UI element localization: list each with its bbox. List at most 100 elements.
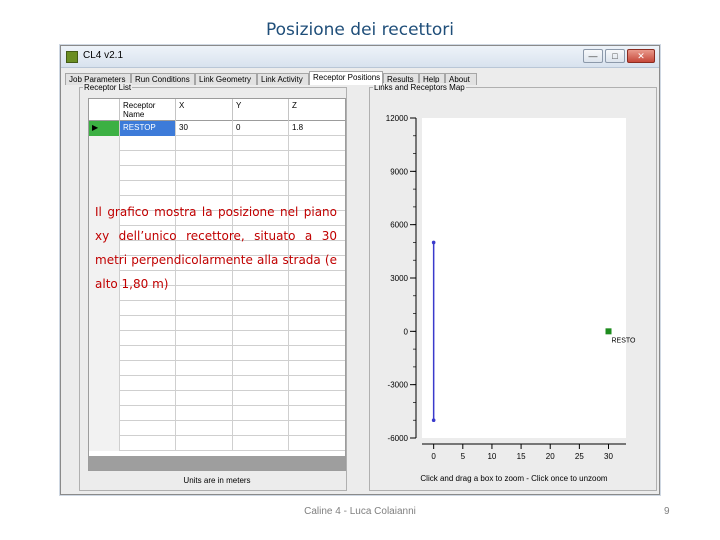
empty-row[interactable]: [89, 391, 345, 406]
empty-cell[interactable]: [120, 346, 176, 361]
row-header-cell[interactable]: [89, 406, 120, 421]
row-header-cell[interactable]: [89, 316, 120, 331]
row-header-cell[interactable]: [89, 376, 120, 391]
empty-cell[interactable]: [176, 166, 233, 181]
empty-cell[interactable]: [233, 421, 289, 436]
empty-row[interactable]: [89, 136, 345, 151]
empty-cell[interactable]: [120, 301, 176, 316]
empty-cell[interactable]: [120, 331, 176, 346]
empty-cell[interactable]: [289, 331, 345, 346]
empty-cell[interactable]: [289, 346, 345, 361]
empty-cell[interactable]: [176, 376, 233, 391]
empty-cell[interactable]: [120, 181, 176, 196]
empty-cell[interactable]: [233, 331, 289, 346]
empty-cell[interactable]: [120, 316, 176, 331]
empty-row[interactable]: [89, 151, 345, 166]
row-header-cell[interactable]: [89, 166, 120, 181]
cell-z[interactable]: 1.8: [289, 121, 345, 136]
row-header-cell[interactable]: [89, 151, 120, 166]
empty-cell[interactable]: [233, 151, 289, 166]
empty-cell[interactable]: [120, 136, 176, 151]
empty-cell[interactable]: [233, 406, 289, 421]
close-button[interactable]: ✕: [627, 49, 655, 63]
empty-cell[interactable]: [233, 316, 289, 331]
row-header-cell[interactable]: [89, 436, 120, 451]
empty-cell[interactable]: [233, 301, 289, 316]
maximize-button[interactable]: □: [605, 49, 625, 63]
empty-cell[interactable]: [176, 136, 233, 151]
empty-row[interactable]: [89, 436, 345, 451]
empty-row[interactable]: [89, 376, 345, 391]
empty-row[interactable]: [89, 346, 345, 361]
empty-row[interactable]: [89, 301, 345, 316]
empty-cell[interactable]: [120, 406, 176, 421]
minimize-button[interactable]: —: [583, 49, 603, 63]
empty-cell[interactable]: [120, 166, 176, 181]
empty-cell[interactable]: [289, 181, 345, 196]
tab-run-conditions[interactable]: Run Conditions: [131, 73, 195, 85]
empty-cell[interactable]: [120, 376, 176, 391]
empty-cell[interactable]: [120, 421, 176, 436]
tab-link-geometry[interactable]: Link Geometry: [195, 73, 257, 85]
row-header-cell[interactable]: [89, 421, 120, 436]
empty-cell[interactable]: [120, 361, 176, 376]
empty-cell[interactable]: [289, 436, 345, 451]
col-header-x[interactable]: X: [176, 99, 233, 121]
empty-cell[interactable]: [289, 406, 345, 421]
empty-cell[interactable]: [289, 301, 345, 316]
empty-cell[interactable]: [120, 151, 176, 166]
empty-cell[interactable]: [233, 436, 289, 451]
row-header-cell[interactable]: [89, 181, 120, 196]
empty-row[interactable]: [89, 331, 345, 346]
empty-cell[interactable]: [233, 376, 289, 391]
empty-row[interactable]: [89, 166, 345, 181]
empty-cell[interactable]: [289, 316, 345, 331]
col-header-name[interactable]: Receptor Name: [120, 99, 176, 121]
empty-cell[interactable]: [233, 181, 289, 196]
empty-cell[interactable]: [176, 361, 233, 376]
empty-cell[interactable]: [176, 331, 233, 346]
empty-cell[interactable]: [176, 151, 233, 166]
row-header-cell[interactable]: [89, 136, 120, 151]
empty-cell[interactable]: [120, 391, 176, 406]
empty-cell[interactable]: [289, 376, 345, 391]
col-header-y[interactable]: Y: [233, 99, 289, 121]
cell-y[interactable]: 0: [233, 121, 289, 136]
empty-cell[interactable]: [176, 421, 233, 436]
empty-cell[interactable]: [233, 166, 289, 181]
tab-receptor-positions[interactable]: Receptor Positions: [309, 71, 383, 85]
empty-cell[interactable]: [289, 136, 345, 151]
col-header-z[interactable]: Z: [289, 99, 345, 121]
empty-cell[interactable]: [176, 301, 233, 316]
empty-cell[interactable]: [289, 391, 345, 406]
row-header-cell[interactable]: [89, 361, 120, 376]
row-header-cell[interactable]: [89, 391, 120, 406]
row-header-cell[interactable]: [89, 331, 120, 346]
row-selector-icon[interactable]: ▶: [89, 121, 120, 136]
empty-cell[interactable]: [233, 136, 289, 151]
empty-cell[interactable]: [289, 151, 345, 166]
links-receptors-map[interactable]: 12000 9000 6000 3000 0 -3000 -6000 0 5 10 15 20 25 30…: [370, 88, 656, 490]
empty-row[interactable]: [89, 361, 345, 376]
empty-cell[interactable]: [289, 166, 345, 181]
empty-row[interactable]: [89, 421, 345, 436]
empty-cell[interactable]: [233, 361, 289, 376]
empty-cell[interactable]: [176, 391, 233, 406]
empty-cell[interactable]: [176, 181, 233, 196]
row-header-cell[interactable]: [89, 346, 120, 361]
empty-row[interactable]: [89, 316, 345, 331]
empty-row[interactable]: [89, 181, 345, 196]
empty-cell[interactable]: [289, 421, 345, 436]
empty-cell[interactable]: [233, 346, 289, 361]
empty-cell[interactable]: [176, 406, 233, 421]
cell-receptor-name[interactable]: RESTOP: [120, 121, 176, 136]
empty-row[interactable]: [89, 406, 345, 421]
empty-cell[interactable]: [176, 316, 233, 331]
empty-cell[interactable]: [289, 361, 345, 376]
empty-cell[interactable]: [120, 436, 176, 451]
empty-cell[interactable]: [176, 346, 233, 361]
empty-cell[interactable]: [176, 436, 233, 451]
tab-link-activity[interactable]: Link Activity: [257, 73, 309, 85]
table-row[interactable]: ▶ RESTOP 30 0 1.8: [89, 121, 345, 136]
cell-x[interactable]: 30: [176, 121, 233, 136]
